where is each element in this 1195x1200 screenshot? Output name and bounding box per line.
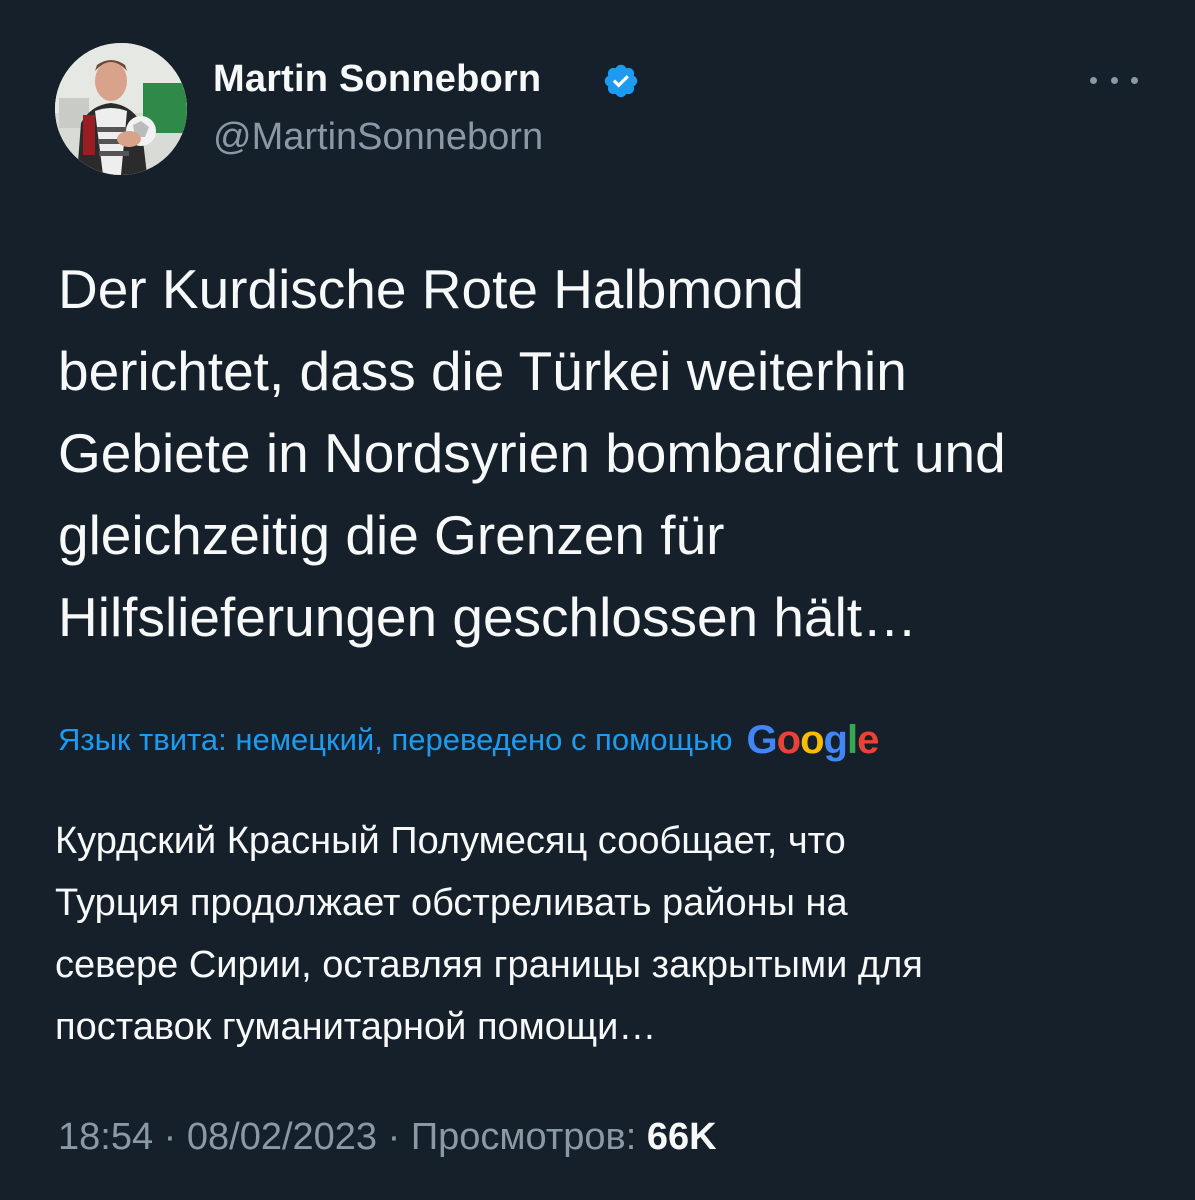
meta-separator: · [153, 1116, 187, 1158]
tweet-text-line: Der Kurdische Rote Halbmond [58, 258, 804, 320]
more-dot [1090, 76, 1097, 84]
tweet-text: Der Kurdische Rote Halbmond berichtet, d… [58, 248, 1158, 658]
views-label: Просмотров: [410, 1116, 637, 1158]
translated-text: Курдский Красный Полумесяц сообщает, что… [55, 810, 1155, 1058]
avatar[interactable] [55, 43, 187, 175]
translated-text-line: Турция продолжает обстреливать районы на [55, 882, 848, 924]
views-count[interactable]: 66K [647, 1116, 717, 1158]
translated-text-line: поставок гуманитарной помощи… [55, 1006, 657, 1048]
more-dot [1110, 76, 1118, 84]
profile-photo [55, 43, 187, 175]
translation-note-text: Язык твита: немецкий, переведено с помощ… [58, 722, 733, 757]
tweet-time[interactable]: 18:54 [58, 1116, 153, 1158]
tweet-card: Martin Sonneborn @MartinSonneborn Der Ku… [0, 0, 1195, 1200]
display-name[interactable]: Martin Sonneborn [213, 58, 541, 101]
user-handle[interactable]: @MartinSonneborn [213, 116, 543, 159]
translated-text-line: Курдский Красный Полумесяц сообщает, что [55, 820, 846, 862]
google-logo: Google [746, 718, 880, 762]
translated-text-line: севере Сирии, оставляя границы закрытыми… [55, 944, 923, 986]
more-horizontal-icon[interactable] [1090, 62, 1138, 98]
translation-note[interactable]: Язык твита: немецкий, переведено с помощ… [58, 718, 880, 762]
meta-separator: · [377, 1116, 411, 1158]
more-dot [1131, 76, 1138, 84]
verified-badge-icon [604, 64, 638, 98]
tweet-text-line: Gebiete in Nordsyrien bombardiert und [58, 422, 1006, 484]
tweet-text-line: berichtet, dass die Türkei weiterhin [58, 340, 907, 402]
tweet-text-line: gleichzeitig die Grenzen für [58, 504, 725, 566]
tweet-meta: 18:54 · 08/02/2023 · Просмотров: 66K [58, 1116, 717, 1159]
tweet-text-line: Hilfslieferungen geschlossen hält… [58, 586, 918, 648]
tweet-date[interactable]: 08/02/2023 [187, 1116, 377, 1158]
